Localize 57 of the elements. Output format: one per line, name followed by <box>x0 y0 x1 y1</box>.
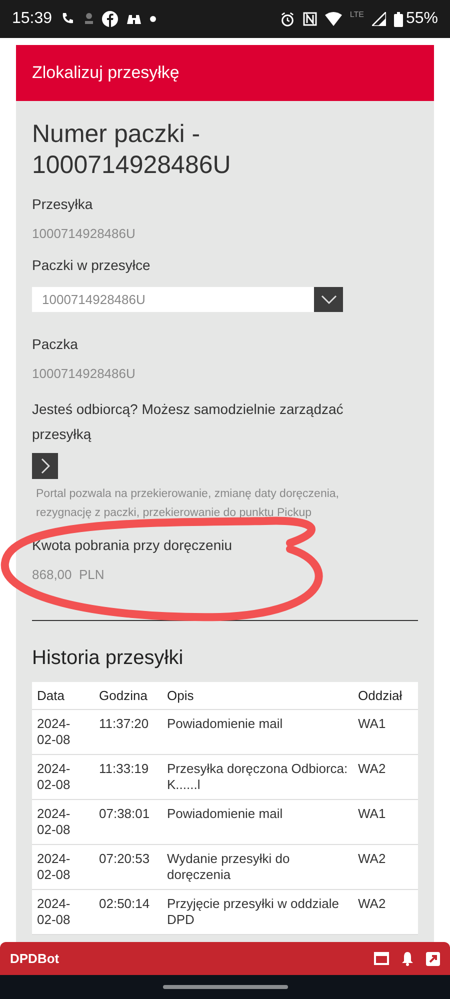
parcel-title: Numer paczki - 1000714928486U <box>32 119 232 182</box>
chevron-down-icon <box>320 294 336 304</box>
manage-button[interactable] <box>32 452 58 478</box>
table-cell: WA2 <box>353 754 418 799</box>
manage-question: Jesteś odbiorcą? Możesz samodzielnie zarządzać przesyłką <box>32 400 344 444</box>
chat-bar[interactable]: DPDBot <box>0 942 450 975</box>
table-cell: Powiadomienie mail <box>162 709 353 754</box>
table-cell: Przesyłka doręczona Odbiorca: K......l <box>162 754 353 799</box>
field-label: Kwota pobrania przy doręczeniu <box>32 536 232 552</box>
table-cell: WA2 <box>353 844 418 889</box>
table-cell: 11:33:19 <box>94 754 162 799</box>
network-type: LTE <box>350 10 364 19</box>
column-header: Godzina <box>94 682 162 709</box>
external-link-icon[interactable] <box>426 952 440 966</box>
chevron-right-icon <box>40 458 50 474</box>
table-cell: 11:37:20 <box>94 709 162 754</box>
binoculars-icon <box>126 12 142 26</box>
table-cell: 2024-02-08 <box>32 709 94 754</box>
table-cell: 2024-02-08 <box>32 799 94 844</box>
field-value: 1000714928486U <box>32 366 136 380</box>
table-cell: 07:38:01 <box>94 799 162 844</box>
table-cell: Wydanie przesyłki do doręczenia <box>162 844 353 889</box>
cod-amount: 868,00 PLN <box>32 566 104 582</box>
dropdown-button[interactable] <box>314 286 343 312</box>
table-cell: Przyjęcie przesyłki w oddziale DPD <box>162 889 353 934</box>
table-cell: Powiadomienie mail <box>162 799 353 844</box>
table-cell: 2024-02-08 <box>32 889 94 934</box>
field-value: 1000714928486U <box>32 226 136 240</box>
battery-level: 55% <box>406 10 438 28</box>
chat-title: DPDBot <box>10 951 60 966</box>
table-cell: 02:50:14 <box>94 889 162 934</box>
battery-icon <box>394 12 403 26</box>
column-header: Opis <box>162 682 353 709</box>
manage-note: Portal pozwala na przekierowanie, zmianę daty doręczenia, rezygnację z paczki, przekierowanie do punktu Pickup <box>35 486 340 520</box>
table-cell: 07:20:53 <box>94 844 162 889</box>
field-label: Paczka <box>32 336 79 352</box>
page-header: Zlokalizuj przesyłkę <box>16 45 434 101</box>
signal-icon <box>372 12 386 26</box>
dot-icon <box>150 16 156 22</box>
field-label: Paczki w przesyłce <box>32 256 152 272</box>
window-icon[interactable] <box>374 952 389 965</box>
table-cell: 2024-02-08 <box>32 844 94 889</box>
alarm-icon <box>280 12 295 26</box>
nfc-icon <box>302 12 317 26</box>
parcel-dropdown[interactable]: 1000714928486U <box>32 286 314 312</box>
table-cell: 2024-02-08 <box>32 754 94 799</box>
bell-icon[interactable] <box>401 951 414 966</box>
history-title: Historia przesyłki <box>32 646 184 670</box>
table-cell: WA1 <box>353 799 418 844</box>
table-cell: WA1 <box>353 709 418 754</box>
wifi-icon <box>324 12 342 26</box>
clock: 15:39 <box>12 10 52 28</box>
facebook-icon <box>102 11 118 27</box>
column-header: Oddział <box>353 682 418 709</box>
field-label: Przesyłka <box>32 196 94 212</box>
column-header: Data <box>32 682 94 709</box>
table-cell: WA2 <box>353 889 418 934</box>
